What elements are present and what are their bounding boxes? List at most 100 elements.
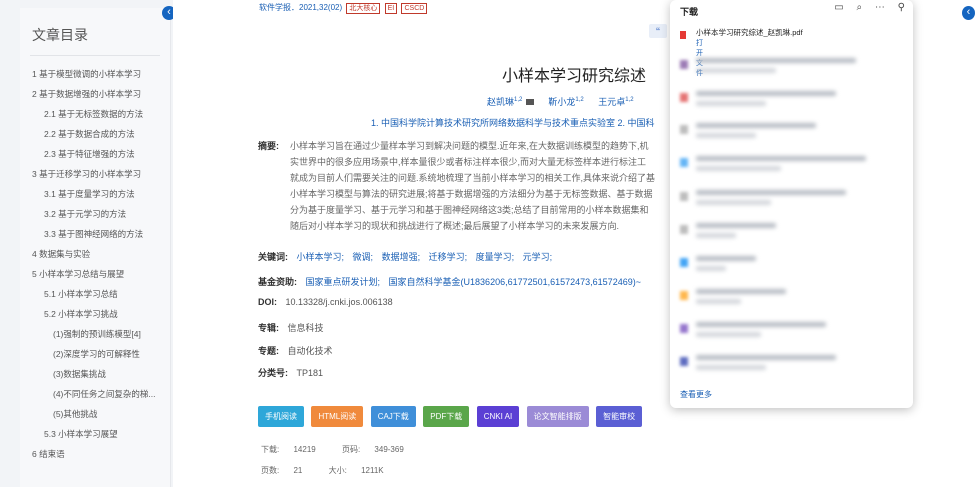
downloads-panel: 下载 ▭ ⌕ ⋯ ⚲ 小样本学习研究综述_赵凯琳.pdf 打开文件 查看更多 xyxy=(670,0,913,408)
toc-item[interactable]: 5.2 小样本学习挑战 xyxy=(20,304,170,324)
blurred-file-meta xyxy=(696,166,781,171)
toc-item[interactable]: 4 数据集与实验 xyxy=(20,244,170,264)
folder-icon[interactable]: ▭ xyxy=(834,2,843,13)
blurred-file-name[interactable] xyxy=(696,355,836,360)
file-icon xyxy=(680,192,688,201)
toc-item[interactable]: 5.3 小样本学习展望 xyxy=(20,424,170,444)
mobile-read-button[interactable]: 手机阅读 xyxy=(258,406,304,427)
tag-badge: 北大核心 xyxy=(346,3,381,14)
affiliation[interactable]: 1. 中国科学院计算技术研究所网络数据科学与技术重点实验室 2. 中国科 xyxy=(371,116,655,129)
page-range: 349-369 xyxy=(374,445,404,454)
fund-row: 基金资助: 国家重点研发计划; 国家自然科学基金(U1836206,617725… xyxy=(258,277,641,287)
file-icon xyxy=(680,324,688,333)
toc-item[interactable]: (4)不同任务之间复杂的梯... xyxy=(20,384,170,404)
journal-info: 软件学报．2021,32(02) 北大核心 EI CSCD xyxy=(259,2,428,14)
blurred-file-name[interactable] xyxy=(696,190,846,195)
blurred-file-name[interactable] xyxy=(696,322,826,327)
toc-item[interactable]: (2)深度学习的可解释性 xyxy=(20,344,170,364)
topic-row: 专题: 自动化技术 xyxy=(258,346,333,356)
blurred-file-meta xyxy=(696,133,756,138)
blurred-file-meta xyxy=(696,101,766,106)
blurred-file-name[interactable] xyxy=(696,223,776,228)
author-link[interactable]: 赵凯琳1,2 xyxy=(487,97,522,107)
stats-line-2: 页数: 21 大小: 1211K xyxy=(261,466,384,475)
file-icon xyxy=(680,93,688,102)
toc-item[interactable]: 3.2 基于元学习的方法 xyxy=(20,204,170,224)
journal-source[interactable]: 软件学报．2021,32(02) xyxy=(259,3,342,12)
class-row: 分类号: TP181 xyxy=(258,368,324,378)
toc-item[interactable]: 3 基于迁移学习的小样本学习 xyxy=(20,164,170,184)
toc-item[interactable]: 5 小样本学习总结与展望 xyxy=(20,264,170,284)
topic-value: 自动化技术 xyxy=(287,346,333,356)
file-icon xyxy=(680,125,688,134)
mail-icon[interactable] xyxy=(525,99,534,105)
quote-icon[interactable]: “ xyxy=(649,24,667,39)
keywords-row: 关键词: 小样本学习; 微调; 数据增强; 迁移学习; 度量学习; 元学习; xyxy=(258,252,553,262)
view-more-link[interactable]: 查看更多 xyxy=(680,389,712,400)
toc-item[interactable]: (1)强制的预训练模型[4] xyxy=(20,324,170,344)
toc-item[interactable]: 2.2 基于数据合成的方法 xyxy=(20,124,170,144)
file-icon xyxy=(680,60,688,69)
smart-layout-button[interactable]: 论文智能排版 xyxy=(526,406,589,427)
keyword-link[interactable]: 数据增强; xyxy=(382,252,421,262)
doi-row: DOI: 10.13328/j.cnki.jos.006138 xyxy=(258,297,393,307)
blurred-file-name[interactable] xyxy=(696,256,756,261)
blurred-file-meta xyxy=(696,365,766,370)
abstract: 摘要: 小样本学习旨在通过少量样本学习到解决问题的模型.近年来,在大数据训练模型… xyxy=(258,138,678,234)
blurred-file-meta xyxy=(696,200,771,205)
toc-item[interactable]: 6 结束语 xyxy=(20,444,170,464)
blurred-file-name[interactable] xyxy=(696,91,836,96)
file-icon xyxy=(680,357,688,366)
fund-link[interactable]: 国家重点研发计划; xyxy=(306,277,381,287)
toc-item[interactable]: 5.1 小样本学习总结 xyxy=(20,284,170,304)
keyword-link[interactable]: 小样本学习; xyxy=(297,252,345,262)
series-row: 专辑: 信息科技 xyxy=(258,323,324,333)
toc-item[interactable]: 2 基于数据增强的小样本学习 xyxy=(20,84,170,104)
collapse-panel-button[interactable]: ‹ xyxy=(962,6,975,20)
search-icon[interactable]: ⌕ xyxy=(857,2,863,13)
cnki-ai-button[interactable]: CNKI AI xyxy=(476,406,520,427)
more-icon[interactable]: ⋯ xyxy=(875,2,885,13)
tag-badge: CSCD xyxy=(401,3,428,14)
toc-list: 1 基于模型微调的小样本学习 2 基于数据增强的小样本学习 2.1 基于无标签数据的… xyxy=(20,64,170,464)
abstract-label: 摘要: xyxy=(258,141,279,151)
file-icon xyxy=(680,291,688,300)
file-icon xyxy=(680,225,688,234)
blurred-file-name[interactable] xyxy=(696,123,816,128)
blurred-file-name[interactable] xyxy=(696,58,856,63)
toc-item[interactable]: 3.3 基于图神经网络的方法 xyxy=(20,224,170,244)
file-size: 1211K xyxy=(361,466,384,475)
toc-item[interactable]: (3)数据集挑战 xyxy=(20,364,170,384)
html-read-button[interactable]: HTML阅读 xyxy=(311,406,364,427)
page-count: 21 xyxy=(293,466,303,475)
blurred-file-name[interactable] xyxy=(696,289,786,294)
pdf-icon xyxy=(680,31,686,39)
author-link[interactable]: 王元卓1,2 xyxy=(598,97,633,107)
series-value: 信息科技 xyxy=(287,323,324,333)
toc-item[interactable]: 1 基于模型微调的小样本学习 xyxy=(20,64,170,84)
author-link[interactable]: 靳小龙1,2 xyxy=(548,97,583,107)
doi-value: 10.13328/j.cnki.jos.006138 xyxy=(285,297,393,307)
keyword-link[interactable]: 迁移学习; xyxy=(429,252,468,262)
keyword-link[interactable]: 度量学习; xyxy=(476,252,515,262)
file-icon xyxy=(680,258,688,267)
toc-item[interactable]: 3.1 基于度量学习的方法 xyxy=(20,184,170,204)
pdf-download-button[interactable]: PDF下载 xyxy=(423,406,470,427)
keyword-link[interactable]: 微调; xyxy=(353,252,374,262)
toc-divider xyxy=(30,55,160,56)
tag-badge: EI xyxy=(384,3,398,14)
keyword-link[interactable]: 元学习; xyxy=(523,252,553,262)
toc-title: 文章目录 xyxy=(32,27,88,43)
toc-item[interactable]: 2.3 基于特征增强的方法 xyxy=(20,144,170,164)
toc-item[interactable]: (5)其他挑战 xyxy=(20,404,170,424)
caj-download-button[interactable]: CAJ下载 xyxy=(370,406,416,427)
blurred-file-meta xyxy=(696,332,761,337)
stats-line-1: 下载: 14219 页码: 349-369 xyxy=(261,445,404,454)
pin-icon[interactable]: ⚲ xyxy=(898,2,905,13)
smart-review-button[interactable]: 智能审校 xyxy=(596,406,643,427)
file-icon xyxy=(680,158,688,167)
fund-link[interactable]: 国家自然科学基金(U1836206,61772501,61572473,6157… xyxy=(389,277,641,287)
blurred-file-meta xyxy=(696,266,726,271)
toc-item[interactable]: 2.1 基于无标签数据的方法 xyxy=(20,104,170,124)
blurred-file-name[interactable] xyxy=(696,156,866,161)
